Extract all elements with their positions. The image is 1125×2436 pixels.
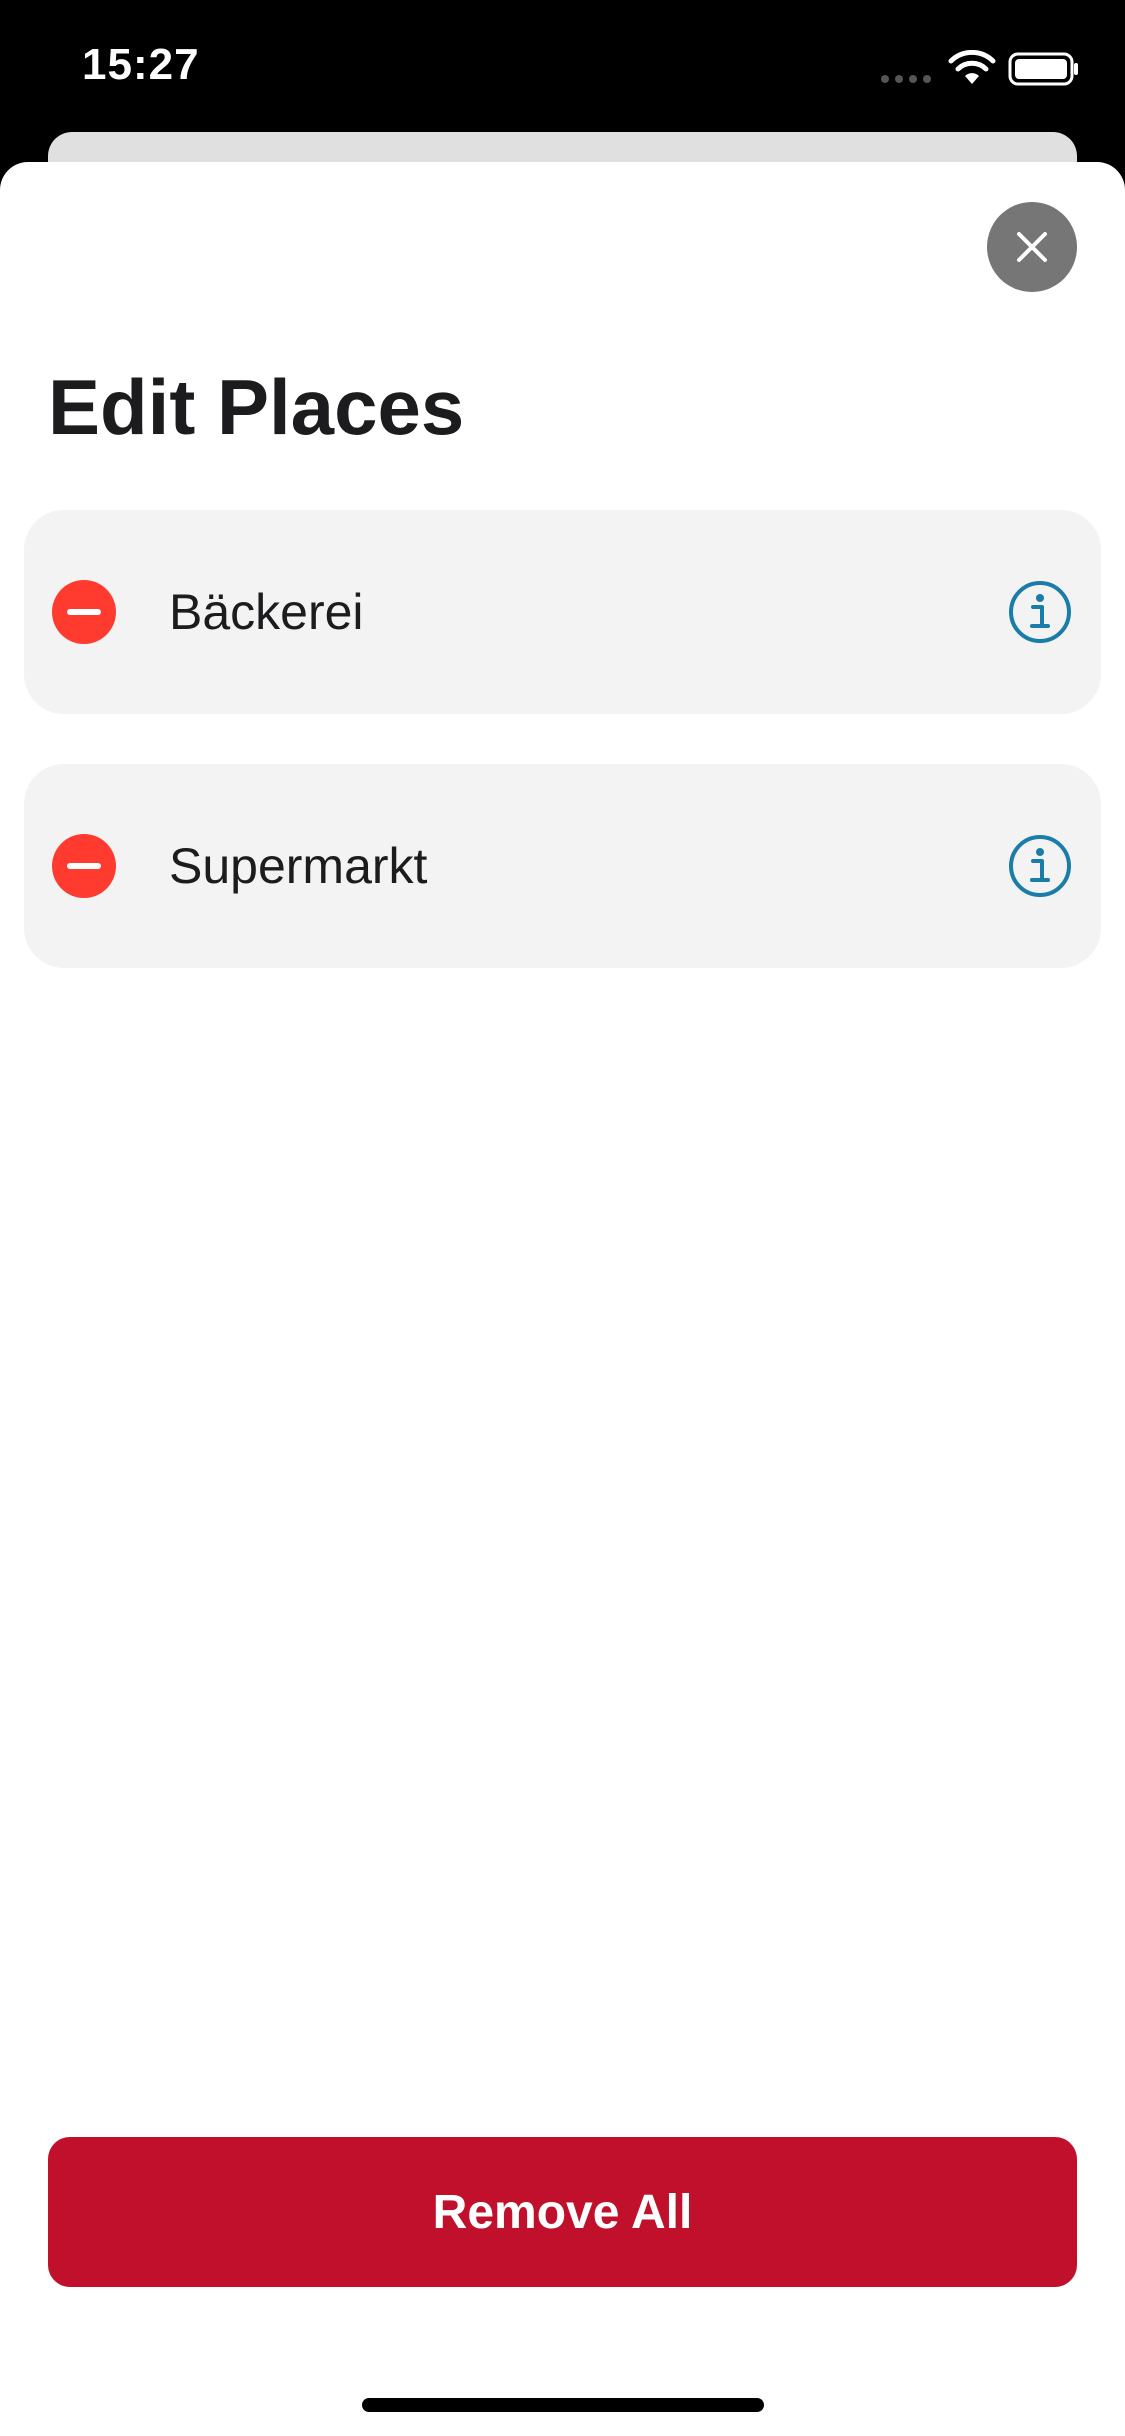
info-icon[interactable] [1008, 580, 1072, 644]
place-row[interactable]: Bäckerei [24, 510, 1101, 714]
status-time: 15:27 [82, 40, 200, 89]
battery-icon [1008, 52, 1078, 86]
close-button[interactable] [987, 202, 1077, 292]
page-title: Edit Places [48, 363, 465, 451]
home-indicator [362, 2398, 764, 2412]
place-label: Supermarkt [169, 838, 428, 894]
remove-all-button[interactable]: Remove All [48, 2137, 1077, 2287]
screen: 15:27 Edit Places Bäckerei Supermarkt Re… [0, 0, 1125, 2436]
edit-places-sheet: Edit Places Bäckerei Supermarkt Remove A… [0, 162, 1125, 2436]
place-row[interactable]: Supermarkt [24, 764, 1101, 968]
close-icon [1017, 232, 1047, 262]
signal-dots-icon [881, 75, 931, 83]
delete-button[interactable] [52, 834, 116, 898]
status-bar: 15:27 [0, 0, 1125, 132]
place-label: Bäckerei [169, 584, 364, 640]
wifi-icon [948, 50, 996, 84]
places-list: Bäckerei Supermarkt [24, 510, 1101, 1018]
delete-button[interactable] [52, 580, 116, 644]
info-icon[interactable] [1008, 834, 1072, 898]
minus-circle-icon [67, 609, 101, 615]
minus-circle-icon [67, 863, 101, 869]
